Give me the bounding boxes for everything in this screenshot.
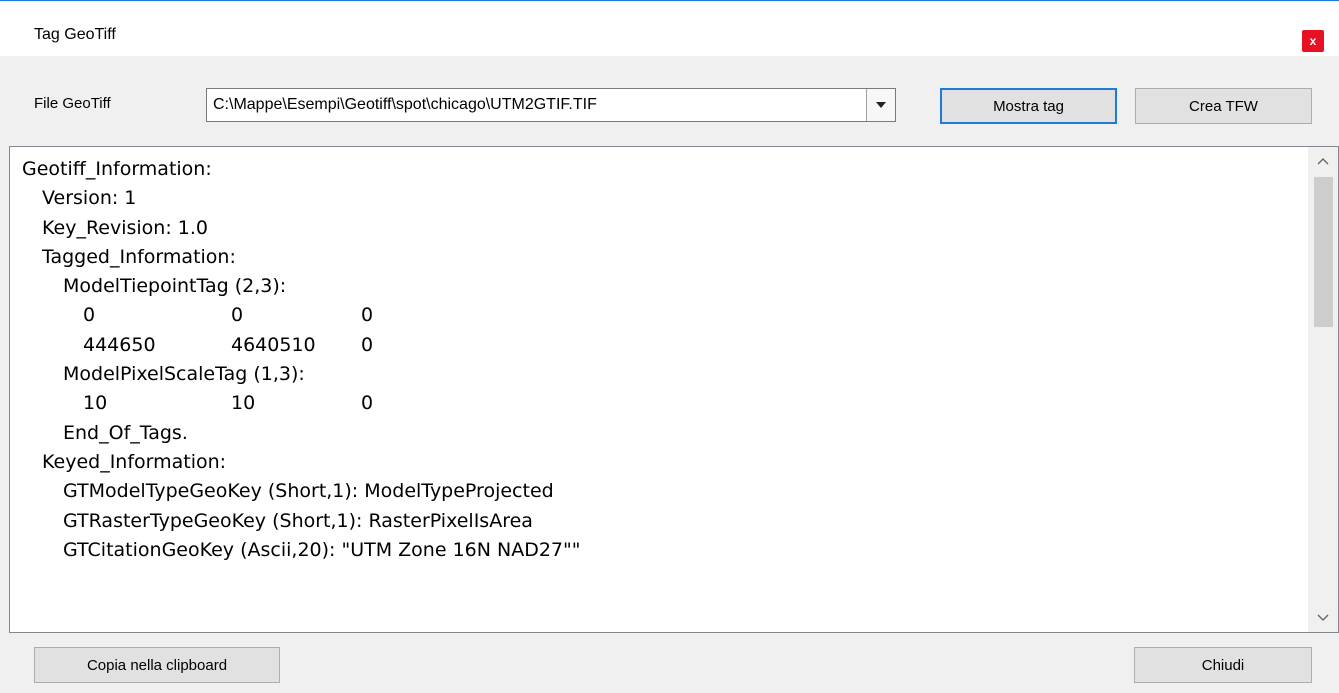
output-line-text: Geotiff_Information:: [22, 158, 212, 180]
file-path-combobox[interactable]: C:\Mappe\Esempi\Geotiff\spot\chicago\UTM…: [206, 88, 896, 122]
window-title: Tag GeoTiff: [34, 26, 116, 43]
output-line-text: GTRasterTypeGeoKey (Short,1): RasterPixe…: [63, 509, 533, 532]
output-line-text: End_Of_Tags.: [63, 421, 188, 444]
title-bar: Tag GeoTiff x: [0, 2, 1339, 56]
output-line: 10 10 0: [22, 389, 1298, 418]
tag-output-content: Geotiff_Information: Version: 1 Key_Revisi…: [22, 155, 1298, 565]
geotiff-tag-dialog: Tag GeoTiff x File GeoTiff C:\Mappe\Esem…: [0, 0, 1339, 693]
vertical-scrollbar[interactable]: [1308, 147, 1338, 632]
output-line: Version: 1: [22, 184, 1298, 213]
output-line-text: GTCitationGeoKey (Ascii,20): "UTM Zone 1…: [63, 538, 581, 561]
output-line: Keyed_Information:: [22, 448, 1298, 477]
scrollbar-thumb[interactable]: [1314, 177, 1333, 327]
output-line-text: Version: 1: [42, 187, 137, 210]
output-line: End_Of_Tags.: [22, 419, 1298, 448]
file-path-value[interactable]: C:\Mappe\Esempi\Geotiff\spot\chicago\UTM…: [213, 96, 597, 114]
tag-output-textarea[interactable]: Geotiff_Information: Version: 1 Key_Revisi…: [9, 146, 1339, 633]
output-cell: 0: [361, 304, 374, 327]
output-line-text: ModelTiepointTag (2,3):: [63, 275, 287, 298]
output-line-text: GTModelTypeGeoKey (Short,1): ModelTypePr…: [63, 480, 554, 503]
output-line: Geotiff_Information:: [22, 155, 1298, 184]
create-tfw-button[interactable]: Crea TFW: [1135, 88, 1312, 124]
output-line: ModelTiepointTag (2,3):: [22, 272, 1298, 301]
output-line-text: Tagged_Information:: [42, 245, 236, 268]
output-line: GTCitationGeoKey (Ascii,20): "UTM Zone 1…: [22, 536, 1298, 565]
output-line: GTRasterTypeGeoKey (Short,1): RasterPixe…: [22, 507, 1298, 536]
output-line: ModelPixelScaleTag (1,3):: [22, 360, 1298, 389]
output-cell: 0: [231, 304, 244, 327]
output-line: GTModelTypeGeoKey (Short,1): ModelTypePr…: [22, 477, 1298, 506]
output-cell: 0: [361, 392, 374, 415]
output-cell: 4640510: [231, 333, 316, 356]
output-line: Tagged_Information:: [22, 243, 1298, 272]
output-line: 444650 4640510 0: [22, 331, 1298, 360]
output-cell: 10: [83, 392, 108, 415]
output-line-text: Key_Revision: 1.0: [42, 216, 209, 239]
copy-to-clipboard-button[interactable]: Copia nella clipboard: [34, 647, 280, 683]
output-cell: 444650: [83, 333, 156, 356]
output-line-text: Keyed_Information:: [42, 450, 227, 473]
chevron-down-icon[interactable]: [866, 89, 895, 121]
show-tags-button[interactable]: Mostra tag: [940, 88, 1117, 124]
output-cell: 0: [361, 333, 374, 356]
chevron-up-icon[interactable]: [1308, 147, 1338, 175]
output-cell: 0: [83, 304, 96, 327]
file-geotiff-label: File GeoTiff: [34, 95, 111, 112]
output-line: 0 0 0: [22, 301, 1298, 330]
output-line: Key_Revision: 1.0: [22, 214, 1298, 243]
output-cell: 10: [231, 392, 256, 415]
chevron-down-icon[interactable]: [1308, 604, 1338, 632]
close-button[interactable]: Chiudi: [1134, 647, 1312, 683]
output-line-text: ModelPixelScaleTag (1,3):: [63, 363, 305, 386]
close-icon[interactable]: x: [1302, 30, 1324, 52]
